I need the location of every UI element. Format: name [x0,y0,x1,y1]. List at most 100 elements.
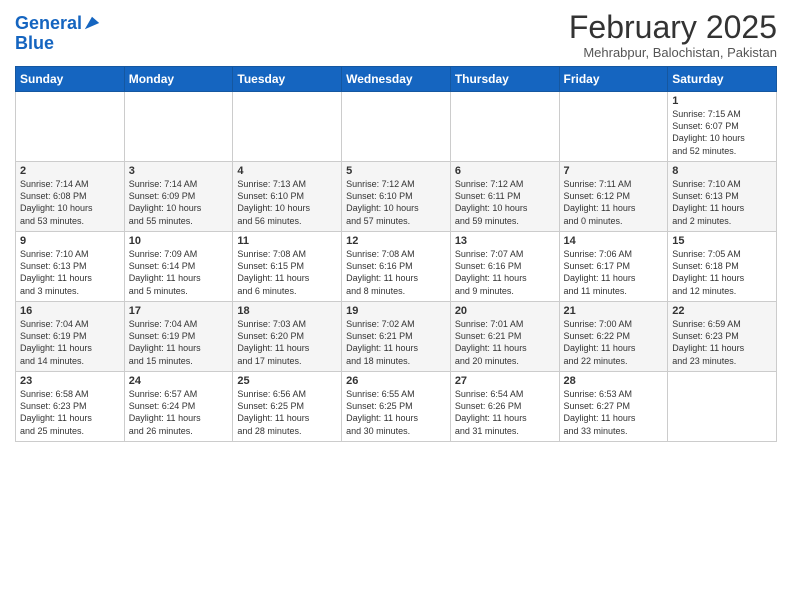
calendar-cell: 12Sunrise: 7:08 AM Sunset: 6:16 PM Dayli… [342,232,451,302]
day-info: Sunrise: 6:55 AM Sunset: 6:25 PM Dayligh… [346,388,446,437]
calendar-cell [233,92,342,162]
calendar-cell: 22Sunrise: 6:59 AM Sunset: 6:23 PM Dayli… [668,302,777,372]
header: General Blue February 2025 Mehrabpur, Ba… [15,10,777,60]
day-info: Sunrise: 7:00 AM Sunset: 6:22 PM Dayligh… [564,318,664,367]
calendar-week-row: 9Sunrise: 7:10 AM Sunset: 6:13 PM Daylig… [16,232,777,302]
calendar-cell: 4Sunrise: 7:13 AM Sunset: 6:10 PM Daylig… [233,162,342,232]
calendar-cell: 20Sunrise: 7:01 AM Sunset: 6:21 PM Dayli… [450,302,559,372]
calendar-cell [342,92,451,162]
day-info: Sunrise: 7:12 AM Sunset: 6:10 PM Dayligh… [346,178,446,227]
day-info: Sunrise: 7:01 AM Sunset: 6:21 PM Dayligh… [455,318,555,367]
day-number: 9 [20,235,120,247]
page: General Blue February 2025 Mehrabpur, Ba… [0,0,792,612]
day-info: Sunrise: 7:14 AM Sunset: 6:08 PM Dayligh… [20,178,120,227]
day-number: 7 [564,165,664,177]
calendar-cell: 14Sunrise: 7:06 AM Sunset: 6:17 PM Dayli… [559,232,668,302]
day-number: 1 [672,95,772,107]
day-number: 28 [564,375,664,387]
calendar-cell: 11Sunrise: 7:08 AM Sunset: 6:15 PM Dayli… [233,232,342,302]
weekday-header: Saturday [668,67,777,92]
day-number: 23 [20,375,120,387]
calendar-cell: 15Sunrise: 7:05 AM Sunset: 6:18 PM Dayli… [668,232,777,302]
location: Mehrabpur, Balochistan, Pakistan [569,45,777,60]
title-block: February 2025 Mehrabpur, Balochistan, Pa… [569,10,777,60]
calendar-cell: 23Sunrise: 6:58 AM Sunset: 6:23 PM Dayli… [16,372,125,442]
day-number: 2 [20,165,120,177]
day-number: 13 [455,235,555,247]
calendar-cell: 7Sunrise: 7:11 AM Sunset: 6:12 PM Daylig… [559,162,668,232]
calendar-cell: 27Sunrise: 6:54 AM Sunset: 6:26 PM Dayli… [450,372,559,442]
day-info: Sunrise: 6:53 AM Sunset: 6:27 PM Dayligh… [564,388,664,437]
day-info: Sunrise: 7:10 AM Sunset: 6:13 PM Dayligh… [20,248,120,297]
calendar-cell [559,92,668,162]
day-number: 8 [672,165,772,177]
day-number: 22 [672,305,772,317]
calendar-cell: 28Sunrise: 6:53 AM Sunset: 6:27 PM Dayli… [559,372,668,442]
day-number: 17 [129,305,229,317]
calendar-cell: 5Sunrise: 7:12 AM Sunset: 6:10 PM Daylig… [342,162,451,232]
day-info: Sunrise: 7:07 AM Sunset: 6:16 PM Dayligh… [455,248,555,297]
day-info: Sunrise: 7:12 AM Sunset: 6:11 PM Dayligh… [455,178,555,227]
day-info: Sunrise: 7:14 AM Sunset: 6:09 PM Dayligh… [129,178,229,227]
calendar-cell [124,92,233,162]
calendar-cell [16,92,125,162]
day-number: 27 [455,375,555,387]
calendar-cell: 25Sunrise: 6:56 AM Sunset: 6:25 PM Dayli… [233,372,342,442]
calendar-cell: 21Sunrise: 7:00 AM Sunset: 6:22 PM Dayli… [559,302,668,372]
day-info: Sunrise: 7:08 AM Sunset: 6:16 PM Dayligh… [346,248,446,297]
day-info: Sunrise: 6:57 AM Sunset: 6:24 PM Dayligh… [129,388,229,437]
weekday-header: Sunday [16,67,125,92]
logo-icon [83,14,101,32]
day-info: Sunrise: 7:09 AM Sunset: 6:14 PM Dayligh… [129,248,229,297]
calendar-week-row: 2Sunrise: 7:14 AM Sunset: 6:08 PM Daylig… [16,162,777,232]
calendar-cell: 3Sunrise: 7:14 AM Sunset: 6:09 PM Daylig… [124,162,233,232]
logo-text: General [15,14,82,34]
calendar-cell [668,372,777,442]
calendar-cell: 19Sunrise: 7:02 AM Sunset: 6:21 PM Dayli… [342,302,451,372]
day-info: Sunrise: 6:58 AM Sunset: 6:23 PM Dayligh… [20,388,120,437]
day-info: Sunrise: 6:56 AM Sunset: 6:25 PM Dayligh… [237,388,337,437]
day-number: 21 [564,305,664,317]
day-info: Sunrise: 7:08 AM Sunset: 6:15 PM Dayligh… [237,248,337,297]
calendar-week-row: 23Sunrise: 6:58 AM Sunset: 6:23 PM Dayli… [16,372,777,442]
calendar-cell: 16Sunrise: 7:04 AM Sunset: 6:19 PM Dayli… [16,302,125,372]
calendar-cell: 17Sunrise: 7:04 AM Sunset: 6:19 PM Dayli… [124,302,233,372]
day-info: Sunrise: 7:05 AM Sunset: 6:18 PM Dayligh… [672,248,772,297]
day-number: 26 [346,375,446,387]
day-info: Sunrise: 6:59 AM Sunset: 6:23 PM Dayligh… [672,318,772,367]
calendar-week-row: 1Sunrise: 7:15 AM Sunset: 6:07 PM Daylig… [16,92,777,162]
day-number: 11 [237,235,337,247]
weekday-header: Friday [559,67,668,92]
day-info: Sunrise: 7:04 AM Sunset: 6:19 PM Dayligh… [129,318,229,367]
logo: General Blue [15,14,101,54]
calendar-cell: 6Sunrise: 7:12 AM Sunset: 6:11 PM Daylig… [450,162,559,232]
weekday-header: Monday [124,67,233,92]
calendar-cell: 1Sunrise: 7:15 AM Sunset: 6:07 PM Daylig… [668,92,777,162]
day-number: 5 [346,165,446,177]
calendar-cell: 10Sunrise: 7:09 AM Sunset: 6:14 PM Dayli… [124,232,233,302]
calendar-cell: 9Sunrise: 7:10 AM Sunset: 6:13 PM Daylig… [16,232,125,302]
day-number: 15 [672,235,772,247]
calendar-header-row: SundayMondayTuesdayWednesdayThursdayFrid… [16,67,777,92]
day-number: 19 [346,305,446,317]
weekday-header: Wednesday [342,67,451,92]
calendar-week-row: 16 Sunrise: 7:04 AM Sunset: 6:19 PM Dayli… [16,302,777,372]
day-number: 10 [129,235,229,247]
day-number: 20 [455,305,555,317]
day-number: 12 [346,235,446,247]
calendar-cell: 26Sunrise: 6:55 AM Sunset: 6:25 PM Dayli… [342,372,451,442]
day-info: Sunrise: 7:03 AM Sunset: 6:20 PM Dayligh… [237,318,337,367]
day-info: Sunrise: 7:02 AM Sunset: 6:21 PM Dayligh… [346,318,446,367]
calendar-cell [450,92,559,162]
day-number: 16 [20,305,120,317]
day-number: 18 [237,305,337,317]
day-number: 4 [237,165,337,177]
calendar-cell: 13Sunrise: 7:07 AM Sunset: 6:16 PM Dayli… [450,232,559,302]
calendar-cell: 2Sunrise: 7:14 AM Sunset: 6:08 PM Daylig… [16,162,125,232]
calendar-cell: 24Sunrise: 6:57 AM Sunset: 6:24 PM Dayli… [124,372,233,442]
day-number: 6 [455,165,555,177]
day-info: Sunrise: 7:11 AM Sunset: 6:12 PM Dayligh… [564,178,664,227]
day-number: 25 [237,375,337,387]
day-number: 3 [129,165,229,177]
logo-text2: Blue [15,34,101,54]
